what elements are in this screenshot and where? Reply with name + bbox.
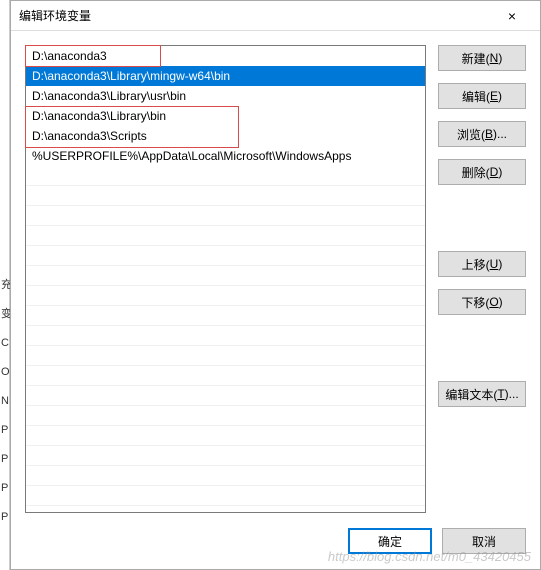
empty-row — [26, 446, 425, 466]
empty-row — [26, 286, 425, 306]
button-sidebar: 新建(N) 编辑(E) 浏览(B)... 删除(D) 上移(U) 下移(O) 编… — [438, 45, 526, 513]
dialog-footer: 确定 取消 — [11, 523, 540, 569]
empty-row — [26, 226, 425, 246]
background-char: P — [0, 483, 9, 494]
cancel-button[interactable]: 取消 — [442, 528, 526, 554]
background-char: P — [0, 454, 9, 465]
list-item[interactable]: D:\anaconda3 — [26, 46, 425, 66]
ok-button[interactable]: 确定 — [348, 528, 432, 554]
move-down-button[interactable]: 下移(O) — [438, 289, 526, 315]
path-listbox[interactable]: D:\anaconda3D:\anaconda3\Library\mingw-w… — [25, 45, 426, 513]
list-item[interactable]: D:\anaconda3\Library\usr\bin — [26, 86, 425, 106]
close-button[interactable]: × — [492, 2, 532, 30]
edit-text-button[interactable]: 编辑文本(T)... — [438, 381, 526, 407]
titlebar: 编辑环境变量 × — [11, 1, 540, 31]
list-item[interactable]: D:\anaconda3\Scripts — [26, 126, 425, 146]
background-char: N — [0, 396, 9, 407]
empty-row — [26, 326, 425, 346]
background-left-edge: 充变 C O N P P P P — [0, 0, 10, 570]
move-up-button[interactable]: 上移(U) — [438, 251, 526, 277]
dialog-title: 编辑环境变量 — [19, 7, 492, 24]
edit-button[interactable]: 编辑(E) — [438, 83, 526, 109]
close-icon: × — [508, 8, 516, 24]
background-char: P — [0, 425, 9, 436]
empty-row — [26, 386, 425, 406]
background-char: C — [0, 338, 9, 349]
background-char: 充 — [0, 280, 9, 291]
list-item[interactable]: %USERPROFILE%\AppData\Local\Microsoft\Wi… — [26, 146, 425, 166]
list-item[interactable]: D:\anaconda3\Library\bin — [26, 106, 425, 126]
empty-row — [26, 426, 425, 446]
browse-button[interactable]: 浏览(B)... — [438, 121, 526, 147]
background-char: P — [0, 512, 9, 523]
empty-row — [26, 246, 425, 266]
list-item[interactable]: D:\anaconda3\Library\mingw-w64\bin — [26, 66, 425, 86]
empty-row — [26, 186, 425, 206]
new-button[interactable]: 新建(N) — [438, 45, 526, 71]
dialog-content: D:\anaconda3D:\anaconda3\Library\mingw-w… — [11, 31, 540, 523]
empty-row — [26, 266, 425, 286]
background-char: O — [0, 367, 9, 378]
empty-row — [26, 346, 425, 366]
empty-row — [26, 486, 425, 506]
delete-button[interactable]: 删除(D) — [438, 159, 526, 185]
empty-row — [26, 406, 425, 426]
empty-row — [26, 306, 425, 326]
empty-row — [26, 466, 425, 486]
background-char: 变 — [0, 309, 9, 320]
empty-row — [26, 206, 425, 226]
empty-row — [26, 166, 425, 186]
edit-env-var-dialog: 编辑环境变量 × D:\anaconda3D:\anaconda3\Librar… — [10, 0, 541, 570]
empty-row — [26, 366, 425, 386]
